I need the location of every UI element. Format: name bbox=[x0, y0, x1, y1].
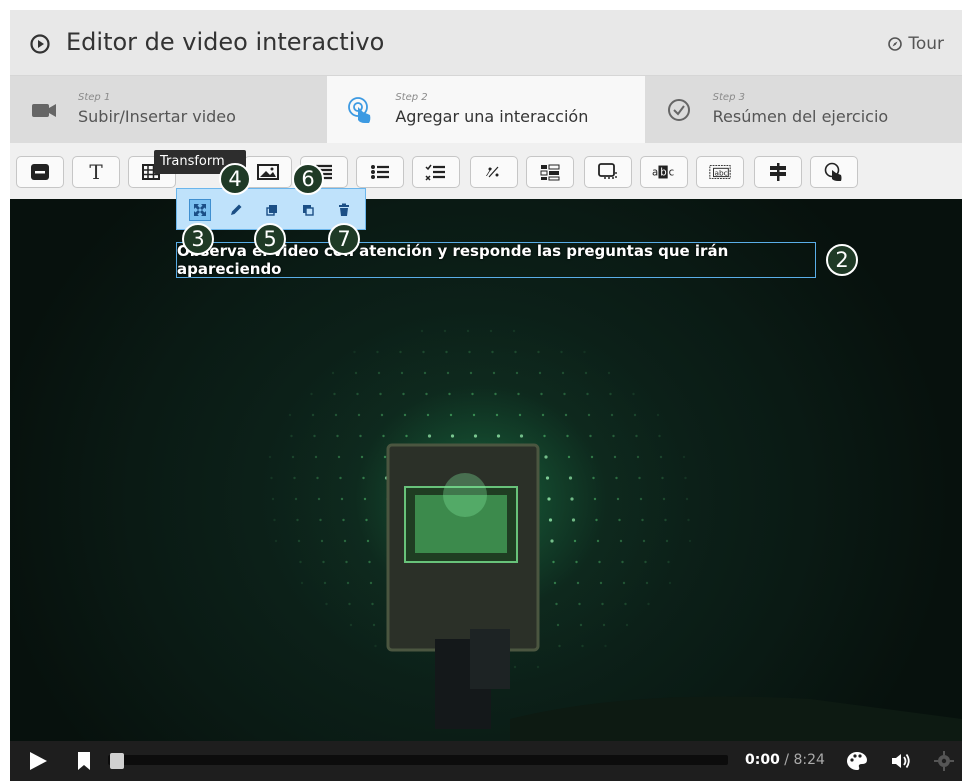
palette-icon bbox=[847, 752, 867, 770]
callout-4: 4 bbox=[219, 163, 251, 195]
callout-6: 6 bbox=[292, 163, 324, 195]
bookmark-icon bbox=[78, 752, 90, 770]
volume-icon bbox=[892, 753, 910, 769]
send-to-back-button[interactable] bbox=[297, 199, 319, 221]
drag-drop-interaction-button[interactable] bbox=[526, 156, 574, 188]
checklist-icon bbox=[425, 164, 445, 181]
editor-title: Editor de video interactivo bbox=[66, 28, 385, 56]
tour-button[interactable]: Tour bbox=[888, 34, 944, 54]
label-interaction-button[interactable] bbox=[16, 156, 64, 188]
time-separator: / bbox=[779, 752, 794, 768]
move-icon bbox=[194, 204, 206, 216]
current-time: 0:00 bbox=[745, 752, 780, 768]
interactive-video-editor: Editor de video interactivo Tour Step 1 … bbox=[10, 10, 962, 781]
quality-button[interactable] bbox=[846, 741, 868, 781]
navigation-hotspot-interaction-button[interactable] bbox=[810, 156, 858, 188]
volume-button[interactable] bbox=[890, 741, 912, 781]
text-interaction-button[interactable]: T bbox=[72, 156, 120, 188]
play-button[interactable] bbox=[28, 741, 48, 781]
svg-text:a: a bbox=[652, 168, 658, 179]
tour-label: Tour bbox=[908, 34, 944, 54]
trash-icon bbox=[339, 203, 349, 216]
drag-text-interaction-button[interactable]: abc bbox=[696, 156, 744, 188]
total-time: 8:24 bbox=[793, 752, 825, 768]
summary-interaction-button[interactable] bbox=[584, 156, 632, 188]
mark-words-interaction-button[interactable]: abc bbox=[640, 156, 688, 188]
step-number: Step 2 bbox=[395, 92, 428, 103]
fill-blanks-interaction-button[interactable]: ⁄ bbox=[470, 156, 518, 188]
step-label: Subir/Insertar video bbox=[78, 107, 236, 126]
seek-bar[interactable] bbox=[108, 755, 728, 765]
mark-words-icon: abc bbox=[652, 165, 675, 179]
svg-text:b: b bbox=[660, 168, 666, 179]
navigation-hotspot-icon bbox=[824, 162, 842, 181]
svg-text:abc: abc bbox=[714, 169, 727, 178]
time-display: 0:00 / 8:24 bbox=[745, 752, 825, 768]
callout-3: 3 bbox=[182, 223, 214, 255]
edit-button[interactable] bbox=[225, 199, 247, 221]
crossroads-interaction-button[interactable] bbox=[754, 156, 802, 188]
video-controls: 0:00 / 8:24 bbox=[10, 741, 962, 781]
summary-icon bbox=[598, 163, 617, 179]
check-circle-icon bbox=[667, 99, 690, 121]
callout-7: 7 bbox=[328, 223, 360, 255]
step-add-interaction[interactable]: Step 2 Agregar una interacción bbox=[327, 76, 645, 143]
play-icon bbox=[30, 752, 47, 770]
crossroads-icon bbox=[770, 163, 786, 181]
editor-header: Editor de video interactivo Tour bbox=[10, 10, 962, 76]
settings-button[interactable] bbox=[934, 741, 954, 781]
callout-5: 5 bbox=[254, 223, 286, 255]
step-number: Step 1 bbox=[78, 92, 111, 103]
video-frame-scene bbox=[386, 443, 962, 741]
label-icon bbox=[31, 164, 49, 180]
bookmarks-button[interactable] bbox=[76, 741, 92, 781]
compass-icon bbox=[888, 37, 903, 51]
send-back-icon bbox=[303, 205, 314, 216]
text-icon: T bbox=[89, 160, 103, 184]
play-circle-icon bbox=[30, 34, 50, 54]
video-canvas[interactable] bbox=[10, 199, 962, 741]
step-summary[interactable]: Step 3 Resúmen del ejercicio bbox=[644, 76, 962, 143]
touch-pointer-icon bbox=[348, 97, 371, 123]
step-label: Resúmen del ejercicio bbox=[712, 107, 889, 126]
checklist-interaction-button[interactable] bbox=[412, 156, 460, 188]
fill-blanks-icon: ⁄ bbox=[485, 166, 499, 179]
delete-button[interactable] bbox=[333, 199, 355, 221]
wizard-steps: Step 1 Subir/Insertar video Step 2 Agreg… bbox=[10, 76, 962, 143]
bring-to-front-button[interactable] bbox=[261, 199, 283, 221]
multiple-choice-interaction-button[interactable] bbox=[356, 156, 404, 188]
image-icon bbox=[257, 164, 279, 180]
drag-text-icon: abc bbox=[709, 165, 731, 179]
image-interaction-button[interactable] bbox=[244, 156, 292, 188]
bring-front-icon bbox=[266, 205, 277, 216]
step-label: Agregar una interacción bbox=[395, 107, 589, 126]
callout-2: 2 bbox=[826, 244, 858, 276]
drag-drop-icon bbox=[540, 164, 560, 181]
step-upload-video[interactable]: Step 1 Subir/Insertar video bbox=[10, 76, 328, 143]
step-number: Step 3 bbox=[712, 92, 745, 103]
pencil-icon bbox=[231, 204, 242, 215]
multiple-choice-icon bbox=[371, 165, 389, 179]
seek-handle[interactable] bbox=[110, 753, 124, 769]
svg-text:c: c bbox=[669, 168, 675, 179]
interactions-toolbar: T ⁄ abc abc bbox=[10, 143, 962, 200]
transform-button[interactable] bbox=[189, 199, 211, 221]
video-camera-icon bbox=[32, 104, 56, 117]
gear-icon bbox=[934, 751, 954, 771]
